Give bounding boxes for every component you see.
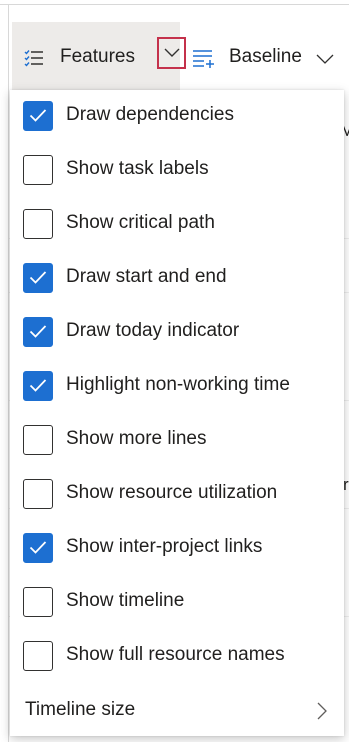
checkbox[interactable]: [23, 155, 53, 185]
canvas-left-border: [8, 4, 9, 742]
menu-item-draw-today-indicator[interactable]: Draw today indicator: [10, 306, 344, 360]
menu-item-show-inter-project-links[interactable]: Show inter-project links: [10, 522, 344, 576]
menu-item-timeline-size[interactable]: Timeline size: [10, 684, 344, 736]
menu-item-label: Draw dependencies: [66, 104, 234, 125]
menu-item-draw-dependencies[interactable]: Draw dependencies: [10, 90, 344, 144]
menu-item-show-task-labels[interactable]: Show task labels: [10, 144, 344, 198]
checkbox[interactable]: [23, 371, 53, 401]
checkbox[interactable]: [23, 209, 53, 239]
checkmark-icon: [29, 541, 47, 554]
features-list-icon: [24, 49, 44, 67]
baseline-icon: [192, 49, 214, 68]
menu-item-label: Highlight non-working time: [66, 374, 290, 395]
canvas-top-border: [0, 4, 349, 5]
chevron-right-icon: [317, 702, 327, 720]
menu-item-show-more-lines[interactable]: Show more lines: [10, 414, 344, 468]
checkbox[interactable]: [23, 101, 53, 131]
menu-item-label: Draw today indicator: [66, 320, 240, 341]
menu-item-label: Timeline size: [25, 699, 136, 720]
menu-item-label: Show inter-project links: [66, 536, 263, 557]
checkbox[interactable]: [23, 263, 53, 293]
toolbar: Features Baseline: [0, 22, 349, 94]
checkbox[interactable]: [23, 533, 53, 563]
chevron-down-icon: [164, 48, 180, 57]
menu-item-label: Show task labels: [66, 158, 209, 179]
checkmark-icon: [29, 109, 47, 122]
checkbox[interactable]: [23, 317, 53, 347]
checkbox[interactable]: [23, 425, 53, 455]
checkbox[interactable]: [23, 479, 53, 509]
menu-item-show-critical-path[interactable]: Show critical path: [10, 198, 344, 252]
checkmark-icon: [29, 325, 47, 338]
checkbox[interactable]: [23, 641, 53, 671]
menu-item-label: Draw start and end: [66, 266, 227, 287]
menu-item-draw-start-and-end[interactable]: Draw start and end: [10, 252, 344, 306]
menu-item-show-timeline[interactable]: Show timeline: [10, 576, 344, 630]
menu-item-show-resource-utilization[interactable]: Show resource utilization: [10, 468, 344, 522]
features-label: Features: [60, 46, 135, 67]
checkmark-icon: [29, 271, 47, 284]
features-dropdown-menu: Draw dependencies Show task labels Show …: [10, 90, 344, 736]
menu-item-label: Show more lines: [66, 428, 207, 449]
baseline-button[interactable]: Baseline: [180, 22, 349, 94]
menu-item-label: Show resource utilization: [66, 482, 278, 503]
menu-item-label: Show timeline: [66, 590, 185, 611]
features-button[interactable]: Features: [12, 22, 186, 94]
menu-item-highlight-non-working-time[interactable]: Highlight non-working time: [10, 360, 344, 414]
chevron-down-icon[interactable]: [316, 54, 334, 64]
menu-item-label: Show critical path: [66, 212, 215, 233]
checkbox[interactable]: [23, 587, 53, 617]
menu-item-show-full-resource-names[interactable]: Show full resource names: [10, 630, 344, 684]
checkmark-icon: [29, 379, 47, 392]
baseline-label: Baseline: [229, 46, 302, 67]
menu-item-label: Show full resource names: [66, 644, 285, 665]
